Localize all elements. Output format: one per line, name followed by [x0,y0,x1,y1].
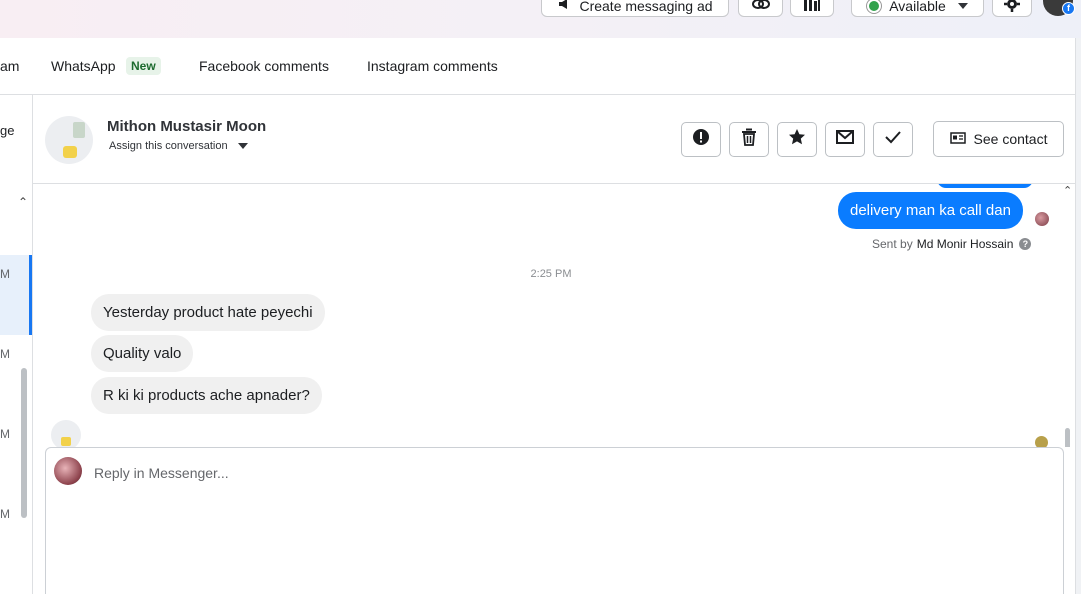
sent-by-prefix: Sent by [872,237,913,251]
see-contact-label: See contact [973,131,1048,147]
create-messaging-ad-button[interactable]: Create messaging ad [541,0,729,17]
conversation-header: Mithon Mustasir Moon Assign this convers… [33,95,1076,184]
message-timestamp: 2:25 PM [530,268,572,280]
sent-by-name: Md Monir Hossain [916,237,1014,251]
read-receipt-avatar [1035,436,1048,447]
list-item-time: M [0,427,10,441]
gear-icon [1004,0,1020,15]
message-bubble-outgoing-previous [937,184,1033,188]
tab-whatsapp[interactable]: WhatsApp [51,58,116,74]
reply-composer [45,447,1064,594]
megaphone-icon [557,0,571,14]
new-badge: New [126,57,161,75]
contact-avatar-small [51,420,81,447]
list-item-text: ge [0,123,15,138]
checkmark-icon [885,130,901,149]
assign-conversation-dropdown[interactable]: Assign this conversation [109,140,248,152]
mark-done-button[interactable] [873,122,913,157]
list-item-time: M [0,267,10,281]
see-contact-button[interactable]: See contact [933,121,1064,157]
facebook-icon: f [1062,2,1075,15]
chevron-down-icon [957,2,968,9]
agent-avatar [54,457,82,485]
message-bubble-incoming[interactable]: Quality valo [91,335,194,372]
contact-name: Mithon Mustasir Moon [107,118,267,135]
trash-icon [741,128,757,151]
link-icon [751,0,771,14]
contact-card-icon [949,131,966,147]
list-scrollbar[interactable] [21,368,27,518]
envelope-icon [836,130,854,149]
reply-input[interactable] [94,462,994,484]
chevron-up-icon[interactable]: ⌃ [18,195,28,209]
settings-button[interactable] [992,0,1032,17]
chevron-up-icon[interactable]: ⌃ [1063,184,1072,197]
sent-by-label: Sent by Md Monir Hossain ? [872,237,1032,251]
mark-unread-button[interactable] [825,122,865,157]
thread-scrollbar[interactable] [1065,428,1070,447]
tab-instagram-comments[interactable]: Instagram comments [367,58,498,74]
chevron-down-icon [237,143,248,149]
tab-facebook-comments[interactable]: Facebook comments [199,58,329,74]
message-bubble-incoming[interactable]: R ki ki products ache apnader? [91,377,322,414]
message-bubble-outgoing[interactable]: delivery man ka call dan [838,192,1023,229]
tab-instagram-partial[interactable]: am [0,58,19,74]
insights-button[interactable] [790,0,834,17]
channel-tabs: am WhatsApp New Facebook comments Instag… [0,38,1076,95]
assign-label: Assign this conversation [109,140,228,152]
message-bubble-incoming[interactable]: Yesterday product hate peyechi [91,294,325,331]
status-available-icon [867,0,882,13]
seen-avatar [1035,212,1049,226]
star-icon [788,128,806,151]
message-thread: ⌃ delivery man ka call dan Sent by Md Mo… [33,184,1076,447]
help-icon[interactable]: ? [1019,238,1032,250]
delete-button[interactable] [729,122,769,157]
top-toolbar: Create messaging ad Available f [0,0,1081,38]
link-button[interactable] [738,0,783,17]
contact-avatar [45,116,93,164]
bar-chart-icon [803,0,821,14]
list-item-time: M [0,507,10,521]
availability-dropdown[interactable]: Available [851,0,984,17]
conversation-list: ge ⌃ M M M M [0,95,33,594]
exclamation-icon [692,128,710,151]
star-button[interactable] [777,122,817,157]
create-messaging-ad-label: Create messaging ad [579,0,713,14]
mark-spam-button[interactable] [681,122,721,157]
list-item-time: M [0,347,10,361]
availability-label: Available [889,0,946,14]
